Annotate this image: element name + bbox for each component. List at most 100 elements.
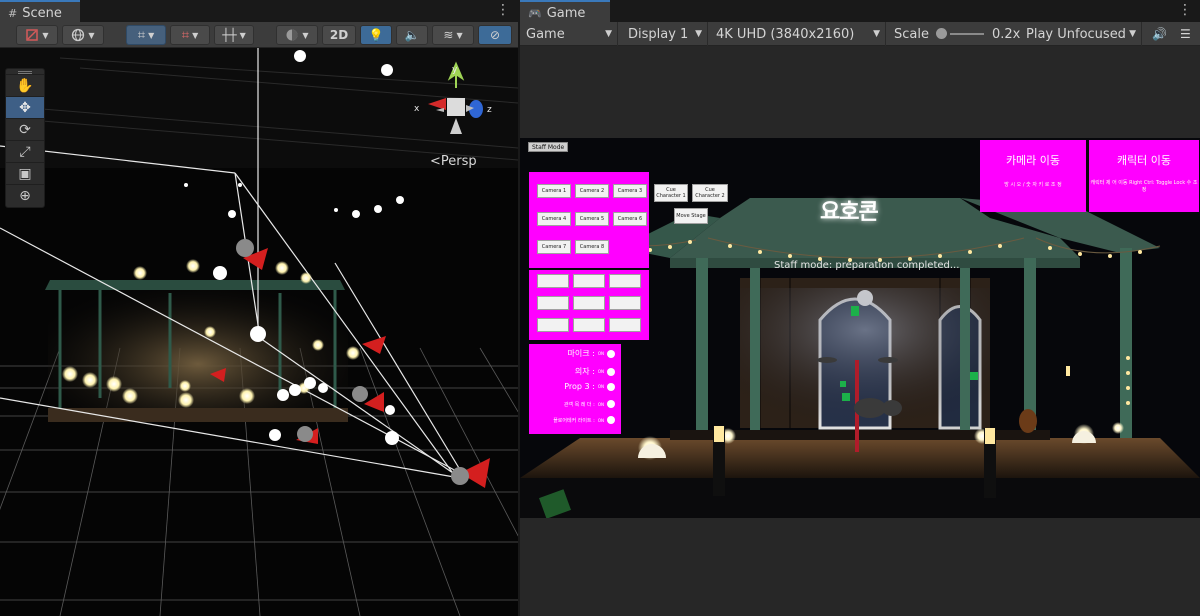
scene-tabbar: # Scene ⋮ — [0, 0, 518, 22]
toggle-audience[interactable]: 관객 목 레 더 : ON — [529, 400, 615, 408]
draw-mode-dropdown[interactable]: ▼ — [16, 25, 58, 45]
globe-icon — [72, 28, 85, 42]
scene-menu-icon[interactable]: ⋮ — [496, 2, 510, 18]
rotate-tool-icon[interactable]: ⟳ — [6, 119, 44, 141]
action-button-1[interactable] — [537, 274, 569, 288]
camera-2-button[interactable]: Camera 2 — [575, 184, 609, 198]
staff-mode-button[interactable]: Staff Mode — [528, 142, 569, 152]
rect-tool-icon[interactable]: ▣ — [6, 163, 44, 185]
scale-control: Scale 0.2x — [888, 22, 1021, 46]
action-button-5[interactable] — [573, 296, 605, 310]
game-area: 요호콘 Staff mode: preparation completed...… — [520, 46, 1200, 616]
ruler-tools[interactable]: ┼┼ ▼ — [214, 25, 254, 45]
toggle-audience-state: ON — [597, 401, 604, 407]
scene-viewport[interactable]: x y z ✋ ✥ ⟳ ⤢ ▣ ⊕ <Persp — [0, 48, 518, 616]
prop-toggle-panel: 마이크 : ON 의자 : ON Prop 3 : ON 관객 목 레 더: … — [529, 344, 621, 434]
camera-1-button[interactable]: Camera 1 — [537, 184, 571, 198]
toggle-audience-knob[interactable] — [607, 400, 615, 408]
action-button-8[interactable] — [573, 318, 605, 332]
cue-character-2-button[interactable]: Cue Character 2 — [692, 184, 728, 202]
camera-5-button[interactable]: Camera 5 — [575, 212, 609, 226]
2d-mode-label: 2D — [329, 28, 349, 42]
increment-snap-icon: ⌗ — [181, 27, 190, 43]
grid-snap-toggle[interactable]: ⌗ ▼ — [126, 25, 166, 45]
toggle-mic-knob[interactable] — [607, 349, 615, 358]
toggle-chair-knob[interactable] — [607, 367, 615, 376]
action-button-6[interactable] — [609, 296, 641, 310]
tab-game[interactable]: 🎮 Game — [520, 0, 610, 22]
character-move-title: 캐릭터 이동 — [1116, 154, 1172, 167]
mute-audio-button[interactable]: 🔊 — [1146, 22, 1172, 46]
audio-toggle[interactable]: 🔈 — [396, 25, 428, 45]
transform-tool-icon[interactable]: ⊕ — [6, 185, 44, 207]
2d-mode-button[interactable]: 2D — [322, 25, 356, 45]
projection-label[interactable]: <Persp — [430, 154, 477, 169]
lighting-toggle[interactable]: 💡 — [360, 25, 392, 45]
tab-game-label: Game — [546, 5, 586, 21]
toggle-floor-light[interactable]: 플로어테커 라이트 : ON — [529, 416, 615, 424]
effects-icon: ≋ — [443, 28, 454, 42]
action-button-9[interactable] — [609, 318, 641, 332]
scale-slider-track[interactable] — [950, 33, 984, 35]
effects-dropdown[interactable]: ≋ ▼ — [432, 25, 474, 45]
toggle-prop3-state: ON — [597, 384, 604, 389]
display-dropdown[interactable]: Display 1 ▼ — [622, 22, 708, 46]
gizmo-axis-z: z — [487, 105, 492, 115]
scene-grid-icon: # — [8, 6, 18, 20]
camera-4-button[interactable]: Camera 4 — [537, 212, 571, 226]
scene-visibility-toggle[interactable]: ⊘ — [478, 25, 512, 45]
move-stage-button[interactable]: Move Stage — [674, 208, 708, 224]
global-local-dropdown[interactable]: ▼ — [62, 25, 104, 45]
stats-button[interactable]: ☰ — [1174, 22, 1198, 46]
camera-panel: Camera 1 Camera 2 Camera 3 Camera 4 Came… — [529, 172, 649, 268]
toggle-floor-light-state: ON — [597, 417, 604, 423]
action-grid-panel — [529, 270, 649, 340]
gizmo-axis-y: y — [452, 65, 458, 75]
action-button-4[interactable] — [537, 296, 569, 310]
eye-slash-icon: ⊘ — [489, 28, 501, 42]
play-mode-dropdown[interactable]: Play Unfocused ▼ — [1020, 22, 1142, 46]
scale-label: Scale — [894, 26, 929, 42]
camera-7-button[interactable]: Camera 7 — [537, 240, 571, 254]
move-tool-icon[interactable]: ✥ — [6, 97, 44, 119]
view-dropdown[interactable]: Game ▼ — [520, 22, 618, 46]
scale-slider-knob[interactable] — [936, 28, 947, 39]
view-dropdown-value: Game — [526, 26, 565, 42]
camera-3-button[interactable]: Camera 3 — [613, 184, 647, 198]
toggle-prop3[interactable]: Prop 3 : ON — [529, 382, 615, 391]
gizmo-axis-x: x — [414, 104, 420, 114]
cue-character-1-button[interactable]: Cue Character 1 — [654, 184, 688, 202]
ruler-icon: ┼┼ — [222, 28, 237, 42]
scale-tool-icon[interactable]: ⤢ — [6, 141, 44, 163]
game-menu-icon[interactable]: ⋮ — [1178, 2, 1192, 18]
action-button-2[interactable] — [573, 274, 605, 288]
toggle-chair[interactable]: 의자 : ON — [529, 366, 615, 377]
scene-panel: # Scene ⋮ ▼ ▼ ⌗ ▼ ⌗ ▼ ┼┼ ▼ ▼ 2D 💡 🔈 ≋ ▼ … — [0, 0, 518, 616]
toggle-mic[interactable]: 마이크 : ON — [529, 348, 615, 359]
grid-snap-icon: ⌗ — [137, 27, 146, 43]
shading-sphere-icon — [286, 29, 298, 41]
camera-8-button[interactable]: Camera 8 — [575, 240, 609, 254]
speaker-icon: 🔊 — [1152, 27, 1167, 41]
camera-move-title: 카메라 이동 — [1005, 154, 1061, 167]
lightbulb-icon: 💡 — [368, 28, 384, 42]
hand-tool-icon[interactable]: ✋ — [6, 75, 44, 97]
game-toolbar: Game ▼ Display 1 ▼ 4K UHD (3840x2160) ▼ Sca… — [520, 22, 1200, 46]
game-viewport[interactable]: 요호콘 Staff mode: preparation completed...… — [520, 138, 1200, 518]
scene-tool-strip: ✋ ✥ ⟳ ⤢ ▣ ⊕ — [5, 68, 45, 208]
scale-value: 0.2x — [992, 26, 1021, 42]
increment-snap-toggle[interactable]: ⌗ ▼ — [170, 25, 210, 45]
action-button-3[interactable] — [609, 274, 641, 288]
resolution-dropdown[interactable]: 4K UHD (3840x2160) ▼ — [710, 22, 886, 46]
camera-6-button[interactable]: Camera 6 — [613, 212, 647, 226]
stats-icon: ☰ — [1180, 27, 1191, 41]
tab-scene[interactable]: # Scene — [0, 0, 80, 22]
toggle-prop3-knob[interactable] — [607, 382, 615, 391]
gamepad-icon: 🎮 — [528, 6, 542, 20]
toggle-prop3-label: Prop 3 : — [564, 382, 595, 391]
toggle-floor-light-knob[interactable] — [607, 416, 615, 424]
toggle-chair-label: 의자 : — [574, 367, 595, 376]
toggle-audience-label: 관객 목 레 더 : — [563, 401, 595, 408]
shading-mode-dropdown[interactable]: ▼ — [276, 25, 318, 45]
action-button-7[interactable] — [537, 318, 569, 332]
